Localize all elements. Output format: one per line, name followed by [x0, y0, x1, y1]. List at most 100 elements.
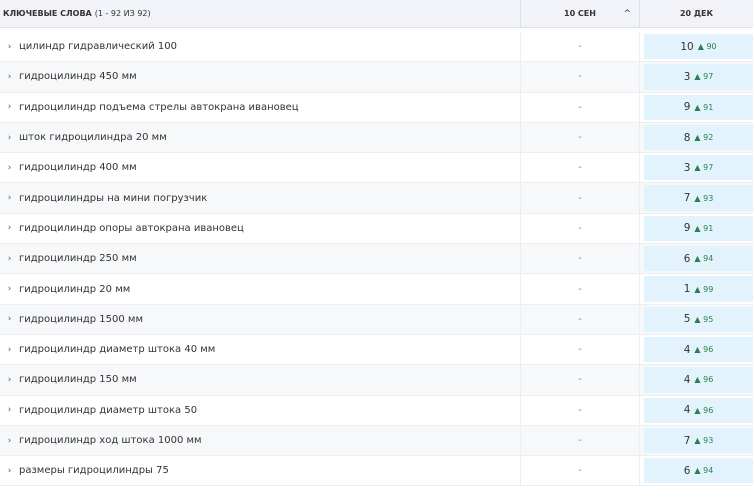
position-cell-2: 5 ▲ 95: [640, 305, 753, 334]
keyword-text: гидроцилиндр подъема стрелы автокрана ив…: [19, 101, 299, 113]
chevron-right-icon[interactable]: ›: [0, 42, 19, 52]
date-column-header-1[interactable]: 10 СЕН ^: [521, 0, 640, 27]
chevron-right-icon[interactable]: ›: [0, 436, 19, 446]
position-value: 6: [683, 464, 691, 477]
position-cell-1: -: [521, 456, 640, 486]
keyword-cell[interactable]: › гидроцилиндр 150 мм: [0, 365, 521, 395]
table-row[interactable]: › гидроцилиндр диаметр штока 50 - 4 ▲ 96: [0, 395, 753, 426]
position-cell-2: 3 ▲ 97: [640, 62, 753, 91]
table-row[interactable]: › гидроцилиндр 400 мм - 3 ▲ 97: [0, 153, 753, 184]
keyword-text: гидроцилиндр диаметр штока 50: [19, 404, 198, 416]
position-cell-1: -: [521, 122, 640, 153]
keyword-text: гидроцилиндр 400 мм: [19, 162, 137, 174]
table-row[interactable]: › гидроцилиндр 150 мм - 4 ▲ 96: [0, 365, 753, 396]
position-cell-2: 4 ▲ 96: [640, 396, 753, 425]
chevron-right-icon[interactable]: ›: [0, 193, 19, 203]
keyword-cell[interactable]: › цилиндр гидравлический 100: [0, 32, 521, 62]
chevron-right-icon[interactable]: ›: [0, 254, 19, 264]
table-row[interactable]: › гидроцилиндр опоры автокрана ивановец -…: [0, 213, 753, 245]
keyword-text: шток гидроцилиндра 20 мм: [19, 132, 167, 144]
keyword-cell[interactable]: › гидроцилиндр 450 мм: [0, 62, 521, 92]
position-cell-2: 1 ▲ 99: [640, 274, 753, 303]
keyword-text: гидроцилиндр 1500 мм: [19, 313, 144, 325]
chevron-right-icon[interactable]: ›: [0, 102, 19, 112]
keyword-cell[interactable]: › гидроцилиндры на мини погрузчик: [0, 183, 521, 213]
position-change-up: ▲ 96: [694, 375, 714, 385]
position-value: 7: [683, 192, 691, 205]
chevron-right-icon[interactable]: ›: [0, 405, 19, 415]
table-row[interactable]: › гидроцилиндр 1500 мм - 5 ▲ 95: [0, 304, 753, 335]
keyword-cell[interactable]: › размеры гидроцилиндры 75: [0, 456, 521, 486]
chevron-right-icon[interactable]: ›: [0, 133, 19, 143]
table-row[interactable]: › цилиндр гидравлический 100 - 10 ▲ 90: [0, 32, 753, 63]
keyword-text: гидроцилиндр 450 мм: [19, 71, 137, 83]
position-cell-1: -: [521, 365, 640, 395]
chevron-right-icon[interactable]: ›: [0, 284, 19, 294]
keyword-cell[interactable]: › шток гидроцилиндра 20 мм: [0, 122, 521, 153]
chevron-right-icon[interactable]: ›: [0, 466, 19, 476]
keyword-text: гидроцилиндр опоры автокрана ивановец: [19, 222, 244, 234]
position-cell-1: -: [521, 304, 640, 334]
position-cell-2: 4 ▲ 96: [640, 365, 753, 394]
keyword-text: гидроцилиндр 150 мм: [19, 374, 137, 386]
position-change-up: ▲ 92: [694, 133, 714, 143]
position-cell-2: 9 ▲ 91: [640, 214, 753, 243]
keyword-cell[interactable]: › гидроцилиндр подъема стрелы автокрана и…: [0, 92, 521, 122]
date-column-header-2[interactable]: 20 ДЕК: [640, 0, 753, 27]
keyword-text: гидроцилиндры на мини погрузчик: [19, 192, 208, 204]
chevron-right-icon[interactable]: ›: [0, 223, 19, 233]
keywords-header-label: КЛЮЧЕВЫЕ СЛОВА: [3, 9, 92, 18]
keyword-cell[interactable]: › гидроцилиндр 250 мм: [0, 244, 521, 274]
keyword-cell[interactable]: › гидроцилиндр 1500 мм: [0, 304, 521, 334]
position-cell-1: -: [521, 183, 640, 213]
keywords-count: (1 - 92 ИЗ 92): [94, 9, 151, 18]
table-row[interactable]: › гидроцилиндр диаметр штока 40 мм - 4 ▲ 9…: [0, 334, 753, 366]
table-row[interactable]: › размеры гидроцилиндры 75 - 6 ▲ 94: [0, 456, 753, 486]
position-value: 3: [683, 161, 691, 174]
chevron-right-icon[interactable]: ›: [0, 345, 19, 355]
keyword-text: гидроцилиндр ход штока 1000 мм: [19, 435, 202, 446]
keyword-cell[interactable]: › гидроцилиндр 20 мм: [0, 274, 521, 304]
position-cell-2: 3 ▲ 97: [640, 153, 753, 182]
position-value: 1: [683, 283, 691, 296]
table-row[interactable]: › гидроцилиндр 20 мм - 1 ▲ 99: [0, 274, 753, 305]
keywords-column-header[interactable]: КЛЮЧЕВЫЕ СЛОВА (1 - 92 ИЗ 92): [0, 0, 521, 27]
sort-chevron-up-icon[interactable]: ^: [623, 9, 631, 19]
position-change-up: ▲ 96: [694, 405, 714, 415]
table-row[interactable]: › гидроцилиндр 250 мм - 6 ▲ 94: [0, 244, 753, 275]
keyword-cell[interactable]: › гидроцилиндр диаметр штока 50: [0, 395, 521, 425]
position-change-up: ▲ 97: [694, 163, 714, 173]
keyword-cell[interactable]: › гидроцилиндр ход штока 1000 мм: [0, 425, 521, 456]
table-row[interactable]: › гидроцилиндр подъема стрелы автокрана и…: [0, 92, 753, 123]
position-change-up: ▲ 94: [694, 466, 714, 476]
position-value: 10: [680, 40, 694, 53]
keyword-cell[interactable]: › гидроцилиндр диаметр штока 40 мм: [0, 334, 521, 365]
keyword-cell[interactable]: › гидроцилиндр 400 мм: [0, 153, 521, 183]
table-row[interactable]: › гидроцилиндр 450 мм - 3 ▲ 97: [0, 62, 753, 93]
position-cell-1: -: [521, 244, 640, 274]
position-cell-2: 7 ▲ 93: [640, 426, 753, 455]
chevron-right-icon[interactable]: ›: [0, 72, 19, 82]
chevron-right-icon[interactable]: ›: [0, 375, 19, 385]
chevron-right-icon[interactable]: ›: [0, 314, 19, 324]
position-change-up: ▲ 93: [694, 193, 714, 203]
position-cell-2: 9 ▲ 91: [640, 93, 753, 122]
table-row[interactable]: › шток гидроцилиндра 20 мм - 8 ▲ 92: [0, 122, 753, 154]
keyword-text: цилиндр гидравлический 100: [19, 41, 177, 53]
keyword-cell[interactable]: › гидроцилиндр опоры автокрана ивановец: [0, 213, 521, 244]
position-change-up: ▲ 91: [694, 223, 714, 233]
position-change-up: ▲ 93: [694, 436, 714, 445]
position-value: 4: [683, 373, 691, 386]
date-label-1: 10 СЕН: [564, 9, 596, 18]
position-change-up: ▲ 96: [694, 345, 714, 355]
position-change-up: ▲ 99: [694, 284, 714, 294]
chevron-right-icon[interactable]: ›: [0, 163, 19, 173]
position-cell-1: -: [521, 62, 640, 92]
position-cell-2: 7 ▲ 93: [640, 183, 753, 212]
table-row[interactable]: › гидроцилиндр ход штока 1000 мм - 7 ▲ 93: [0, 425, 753, 457]
position-value: 3: [683, 70, 691, 83]
position-cell-2: 10 ▲ 90: [640, 32, 753, 61]
table-row[interactable]: › гидроцилиндры на мини погрузчик - 7 ▲ 93: [0, 183, 753, 214]
position-cell-2: 6 ▲ 94: [640, 244, 753, 273]
keyword-text: гидроцилиндр диаметр штока 40 мм: [19, 344, 216, 356]
